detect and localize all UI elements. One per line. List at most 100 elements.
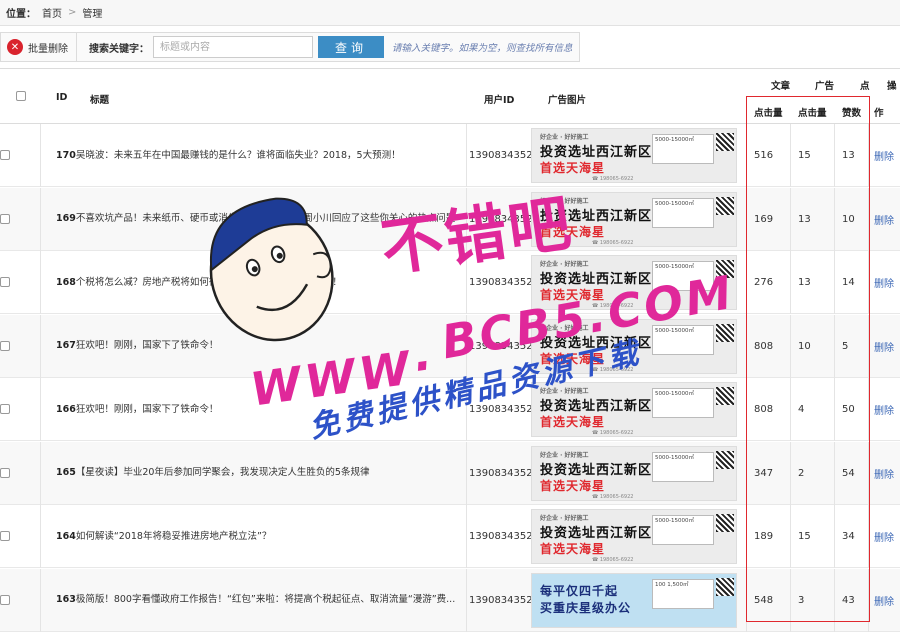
row-title[interactable]: 吴晓波：未来五年在中国最赚钱的是什么？谁将面临失业？2018，5大预测！ (76, 150, 401, 161)
ad-image: 好企业 · 好好施工 投资选址西江新区 首选天海星 5000-15000㎡ ☎ 1980… (531, 509, 737, 564)
row-checkbox[interactable] (0, 213, 10, 224)
delete-link[interactable]: 删除 (874, 529, 894, 544)
ad-line1: 投资选址西江新区 (540, 145, 653, 160)
row-ad-clicks: 10 (798, 340, 811, 352)
row-title-cell: 169不喜欢坑产品！未来纸币、硬币或消失...央行记者会，周小川回应了这些你关心… (56, 188, 466, 251)
select-all-checkbox[interactable] (16, 91, 26, 101)
ad-line1: 投资选址西江新区 (540, 208, 653, 224)
ad-line2: 首选天海星 (540, 478, 606, 493)
delete-link[interactable]: 删除 (874, 466, 894, 481)
delete-link[interactable]: 删除 (874, 593, 894, 608)
ad-line2: 首选天海星 (540, 542, 606, 556)
row-article-clicks: 169 (754, 213, 774, 225)
row-user-id: 13908343522 (469, 467, 531, 479)
delete-link[interactable]: 删除 (874, 148, 894, 163)
delete-link[interactable]: 删除 (874, 212, 894, 227)
row-likes: 10 (842, 213, 855, 225)
row-checkbox[interactable] (0, 594, 10, 605)
row-checkbox[interactable] (0, 340, 10, 351)
table-row: 169 不喜欢坑产品！未来纸币、硬币或消失...央行记者会，周小川回应了这些你关心… (0, 187, 900, 251)
row-title[interactable]: 个税将怎么减？房地产税将如何征？刚刚，财政部这样回应了！ (76, 277, 342, 288)
ad-line1: 投资选址西江新区 (540, 526, 653, 541)
row-article-clicks: 347 (754, 467, 774, 479)
row-title-cell: 164如何解读“2018年将稳妥推进房地产税立法”？ (56, 505, 466, 568)
ad-tag: 好企业 · 好好施工 (540, 134, 589, 141)
ad-area: 5000-15000㎡ (652, 197, 714, 228)
delete-link[interactable]: 删除 (874, 275, 894, 290)
col-operation-top: 操 (887, 81, 897, 92)
row-id: 163 (56, 594, 76, 605)
qr-code-icon (716, 577, 734, 596)
delete-link[interactable]: 删除 (874, 402, 894, 417)
search-hint: 请输入关键字。如果为空，则查找所有信息 (392, 43, 573, 54)
row-likes: 43 (842, 594, 855, 606)
row-checkbox[interactable] (0, 467, 10, 478)
table-row: 170吴晓波：未来五年在中国最赚钱的是什么？谁将面临失业？2018，5大预测！ 1… (0, 124, 900, 187)
ad-image: 好企业 · 好好施工 投资选址西江新区 首选天海星 5000-15000㎡ ☎ 1980… (531, 191, 737, 247)
row-user-id: 13908343522 (469, 531, 531, 542)
row-article-clicks: 548 (754, 594, 774, 606)
row-checkbox[interactable] (0, 404, 10, 414)
row-ad-clicks: 15 (798, 150, 811, 161)
ad-phone: ☎ 198065-6922 (592, 176, 634, 182)
ad-image: 好企业 · 好好施工 投资选址西江新区 首选天海星 5000-15000㎡ ☎ 1980… (531, 128, 737, 183)
row-likes: 34 (842, 531, 855, 542)
row-ad-clicks: 2 (798, 467, 805, 479)
row-checkbox[interactable] (0, 531, 10, 541)
row-user-id: 13908343522 (469, 150, 531, 161)
query-button[interactable]: 查询 (318, 36, 384, 58)
row-title[interactable]: 狂欢吧！刚刚，国家下了铁命令！ (76, 340, 219, 351)
ad-tag: 好企业 · 好好施工 (540, 388, 589, 395)
ad-tag: 好企业 · 好好施工 (540, 197, 589, 205)
col-likes: 赞数 (842, 108, 862, 119)
row-ad-clicks: 13 (798, 213, 811, 225)
row-id: 167 (56, 340, 76, 351)
row-title[interactable]: 极简版！800字看懂政府工作报告！“红包”来啦：将提高个税起征点、取消流量“漫游… (76, 594, 455, 605)
breadcrumb-label: 位置： (6, 9, 36, 20)
ad-phone: ☎ 198065-6922 (592, 303, 634, 309)
col-ad-clicks: 点击量 (798, 108, 827, 119)
ad-tag: 好企业 · 好好施工 (540, 451, 589, 459)
row-article-clicks: 808 (754, 404, 774, 415)
ad-area: 5000-15000㎡ (652, 515, 714, 545)
row-title[interactable]: 如何解读“2018年将稳妥推进房地产税立法”？ (76, 531, 272, 542)
col-ad-image: 广告图片 (548, 95, 587, 106)
ad-line1: 投资选址西江新区 (540, 462, 653, 478)
row-id: 168 (56, 276, 76, 288)
row-article-clicks: 516 (754, 150, 774, 161)
row-ad-clicks: 4 (798, 404, 805, 415)
table-row: 166狂欢吧！刚刚，国家下了铁命令！13908343522好企业 · 好好施工投… (0, 378, 900, 441)
row-title[interactable]: 狂欢吧！刚刚，国家下了铁命令！ (76, 404, 219, 415)
row-likes: 5 (842, 340, 849, 352)
col-article-clicks: 点击量 (754, 108, 783, 119)
ad-line1: 投资选址西江新区 (540, 335, 653, 351)
row-ad-clicks: 3 (798, 594, 805, 606)
row-likes: 50 (842, 404, 855, 415)
ad-line1: 投资选址西江新区 (540, 272, 653, 287)
row-id: 164 (56, 530, 76, 542)
ad-line2: 买重庆星级办公 (540, 600, 632, 615)
ad-area: 100 1,500㎡ (652, 578, 714, 609)
search-input[interactable] (153, 36, 313, 58)
row-title-cell: 165【星夜读】毕业20年后参加同学聚会，我发现决定人生胜负的5条规律 (56, 442, 466, 505)
row-title[interactable]: 不喜欢坑产品！未来纸币、硬币或消失...央行记者会，周小川回应了这些你关心的热点… (76, 213, 456, 224)
row-article-clicks: 189 (754, 531, 774, 542)
table-row: 165【星夜读】毕业20年后参加同学聚会，我发现决定人生胜负的5条规律 13908… (0, 441, 900, 505)
ad-line1: 每平仅四千起 (540, 583, 619, 598)
qr-code-icon (716, 323, 734, 342)
col-user-id: 用户ID (484, 95, 515, 106)
batch-delete-button[interactable]: ✕ 批量删除 (1, 33, 77, 61)
breadcrumb-home[interactable]: 首页 (42, 5, 62, 20)
row-article-clicks: 276 (754, 277, 774, 288)
row-checkbox[interactable] (0, 150, 10, 160)
qr-code-icon (716, 387, 734, 405)
row-article-clicks: 808 (754, 340, 774, 352)
ad-area: 5000-15000㎡ (652, 134, 714, 164)
ad-area: 5000-15000㎡ (652, 451, 714, 482)
row-likes: 13 (842, 150, 855, 161)
ad-phone: ☎ 198065-6922 (592, 239, 634, 246)
delete-link[interactable]: 删除 (874, 339, 894, 354)
row-checkbox[interactable] (0, 277, 10, 287)
row-title[interactable]: 【星夜读】毕业20年后参加同学聚会，我发现决定人生胜负的5条规律 (76, 467, 370, 478)
row-title-cell: 168个税将怎么减？房地产税将如何征？刚刚，财政部这样回应了！ (56, 251, 466, 314)
